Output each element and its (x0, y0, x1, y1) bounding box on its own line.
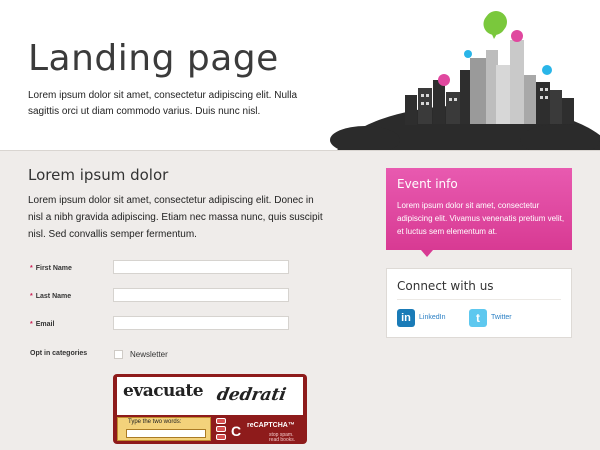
event-text: Lorem ipsum dolor sit amet, consectetur … (397, 201, 565, 236)
city-skyline-icon (330, 11, 600, 150)
twitter-icon: t (469, 309, 487, 327)
captcha-logo-mark: C (231, 423, 242, 439)
opt-in-label: Opt in categories (30, 350, 88, 357)
connect-title: Connect with us (397, 279, 494, 293)
captcha-logo: C reCAPTCHA™ stop spam. read books. (231, 418, 305, 443)
last-name-input[interactable] (113, 288, 289, 302)
captcha-input[interactable] (126, 429, 206, 438)
linkedin-icon: in (397, 309, 415, 327)
required-marker: * (30, 293, 33, 300)
first-name-input[interactable] (113, 260, 289, 274)
captcha-word-1: evacuate (123, 381, 204, 401)
header-intro-text: Lorem ipsum dolor sit amet, consectetur … (28, 90, 298, 117)
email-input[interactable] (113, 316, 289, 330)
last-name-label: * Last Name (30, 293, 72, 300)
captcha-image: evacuate dedrati (117, 377, 303, 415)
linkedin-label: LinkedIn (419, 314, 446, 321)
captcha-help-icon[interactable] (216, 434, 226, 440)
connect-box: Connect with us in LinkedIn t Twitter (386, 268, 572, 338)
captcha-tagline-2: read books. (269, 437, 296, 443)
header-divider (0, 150, 600, 151)
section-text: Lorem ipsum dolor sit amet, consectetur … (28, 195, 323, 240)
captcha-widget: evacuate dedrati Type the two words: C r… (113, 374, 307, 444)
connect-divider (397, 299, 561, 300)
page-title: Landing page (28, 38, 279, 79)
twitter-label: Twitter (491, 314, 512, 321)
captcha-brand: reCAPTCHA™ (247, 422, 295, 429)
required-marker: * (30, 321, 33, 328)
event-info-box: Event info Lorem ipsum dolor sit amet, c… (386, 168, 572, 250)
header: Landing page Lorem ipsum dolor sit amet,… (0, 0, 600, 150)
captcha-reload-icon[interactable] (216, 418, 226, 424)
newsletter-label: Newsletter (130, 350, 168, 359)
required-marker: * (30, 265, 33, 272)
first-name-label: * First Name (30, 265, 72, 272)
captcha-word-2: dedrati (215, 385, 288, 405)
email-label: * Email (30, 321, 55, 328)
captcha-controls (216, 418, 230, 440)
event-pointer (421, 250, 433, 257)
captcha-response-area: Type the two words: (117, 417, 211, 441)
section-title: Lorem ipsum dolor (28, 166, 169, 184)
captcha-prompt: Type the two words: (128, 419, 182, 425)
newsletter-checkbox[interactable] (114, 350, 123, 359)
captcha-audio-icon[interactable] (216, 426, 226, 432)
event-title: Event info (397, 177, 458, 191)
